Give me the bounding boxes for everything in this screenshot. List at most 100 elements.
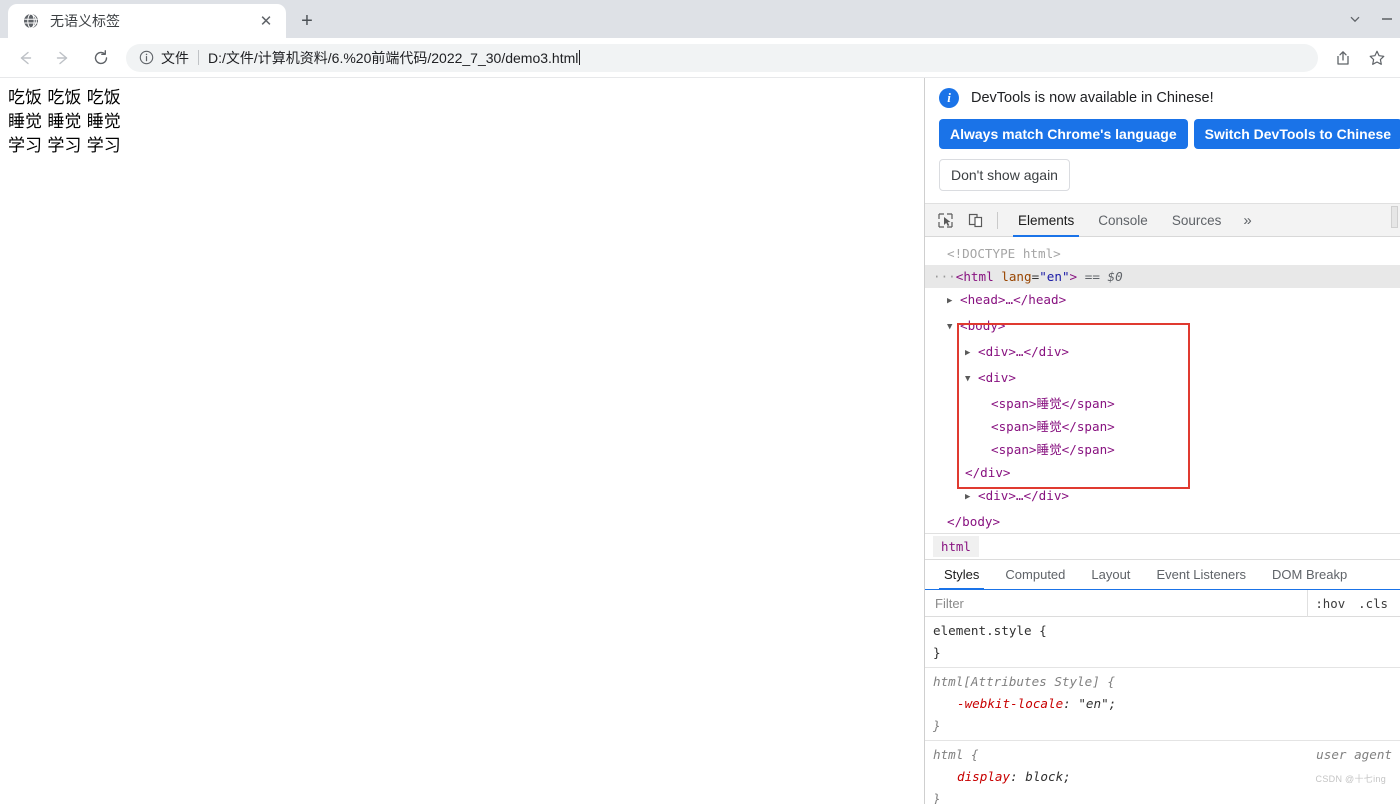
switch-devtools-language-button[interactable]: Switch DevTools to Chinese [1193,119,1400,149]
css-selector: element.style { [933,623,1047,638]
new-tab-button[interactable]: + [292,6,322,36]
info-icon: i [939,88,959,108]
expand-triangle-expanded-icon[interactable]: ▼ [947,316,958,339]
css-rule-element-style[interactable]: element.style { } [925,617,1400,668]
dom-node-body-close[interactable]: </body> [925,510,1400,533]
doctype-text: <!DOCTYPE html> [947,246,1061,261]
content-area: 吃饭 吃饭 吃饭 睡觉 睡觉 睡觉 学习 学习 学习 i DevTools is… [0,78,1400,804]
html-lang-attr-name: lang [1001,269,1032,284]
div-collapsed-text-1: <div>…</div> [978,344,1069,359]
div-collapsed-text-2: <div>…</div> [978,488,1069,503]
expand-triangle-collapsed-icon[interactable]: ▶ [947,290,958,313]
reload-icon[interactable] [86,43,116,73]
expand-triangle-collapsed-icon[interactable]: ▶ [965,342,976,365]
share-icon[interactable] [1329,44,1357,72]
tab-event-listeners[interactable]: Event Listeners [1143,560,1259,589]
text-caret [579,50,581,65]
html-open-tag: <html [955,269,994,284]
div-close-tag: </div> [965,465,1011,480]
language-banner: i DevTools is now available in Chinese! … [925,78,1400,204]
css-rule-close-brace: } [933,718,941,733]
url-text: D:/文件/计算机资料/6.%20前端代码/2022_7_30/demo3.ht… [208,49,579,66]
omnibox-divider [198,50,199,65]
span-node-text-3: <span>睡觉</span> [991,442,1115,457]
back-icon[interactable] [10,43,40,73]
tab-strip: 无语义标签 ✕ + [0,0,1400,38]
dom-tree: <!DOCTYPE html> ···<html lang="en"> == $… [925,237,1400,533]
html-lang-attr-value: "en" [1039,269,1070,284]
tab-styles[interactable]: Styles [931,560,992,589]
tab-computed[interactable]: Computed [992,560,1078,589]
expand-triangle-expanded-icon[interactable]: ▼ [965,368,976,391]
css-property-value: block; [1025,769,1071,784]
banner-button-row: Always match Chrome's language Switch De… [939,119,1400,149]
styles-filter-bar: :hov .cls [925,589,1400,617]
dom-node-html[interactable]: ···<html lang="en"> == $0 [925,265,1400,288]
dont-show-again-button[interactable]: Don't show again [939,159,1070,191]
head-node-text: <head>…</head> [960,292,1067,307]
dom-node-span-2[interactable]: <span>睡觉</span> [925,415,1400,438]
css-property-name: -webkit-locale [957,696,1064,711]
web-page-viewport: 吃饭 吃饭 吃饭 睡觉 睡觉 睡觉 学习 学习 学习 [0,78,924,804]
dom-node-div-collapsed-2[interactable]: ▶ <div>…</div> [925,484,1400,510]
watermark: CSDN @十七ing [1315,774,1386,784]
css-property-name: display [957,769,1011,784]
dom-node-div-collapsed-1[interactable]: ▶ <div>…</div> [925,340,1400,366]
browser-tab[interactable]: 无语义标签 ✕ [8,4,286,38]
info-circle-icon[interactable] [138,50,154,66]
banner-message: DevTools is now available in Chinese! [971,90,1214,106]
expand-triangle-collapsed-icon[interactable]: ▶ [965,486,976,509]
filter-input[interactable] [935,590,1308,616]
tab-console[interactable]: Console [1086,204,1160,237]
dom-node-body-open[interactable]: ▼ <body> [925,314,1400,340]
page-text-line-3: 学习 学习 学习 [8,136,121,156]
css-rule-close-brace: } [933,645,941,660]
always-match-language-button[interactable]: Always match Chrome's language [939,119,1188,149]
tab-elements[interactable]: Elements [1006,204,1086,237]
dom-node-div-open[interactable]: ▼ <div> [925,366,1400,392]
page-text-line-2: 睡觉 睡觉 睡觉 [8,112,121,132]
inspect-cursor-icon[interactable] [931,207,959,233]
breadcrumb-item-html[interactable]: html [933,536,979,557]
star-icon[interactable] [1363,44,1391,72]
toolbar-divider [997,211,998,229]
body-open-tag: <body> [960,318,1006,333]
hov-toggle-button[interactable]: :hov [1307,589,1352,617]
dom-node-span-1[interactable]: <span>睡觉</span> [925,392,1400,415]
dom-node-span-3[interactable]: <span>睡觉</span> [925,438,1400,461]
banner-message-row: i DevTools is now available in Chinese! [939,88,1386,108]
css-selector: html[Attributes Style] { [933,674,1115,689]
chevron-down-icon[interactable] [1336,0,1374,38]
tab-layout[interactable]: Layout [1078,560,1143,589]
tab-dom-breakpoints[interactable]: DOM Breakp [1259,560,1360,589]
html-ellipsis: ··· [933,269,956,284]
device-toolbar-icon[interactable] [961,207,989,233]
forward-icon[interactable] [48,43,78,73]
page-text-line-1: 吃饭 吃饭 吃饭 [8,88,121,108]
dom-node-doctype[interactable]: <!DOCTYPE html> [925,242,1400,265]
address-bar[interactable]: 文件 D:/文件/计算机资料/6.%20前端代码/2022_7_30/demo3… [126,43,1318,72]
window-controls [1374,0,1400,38]
dom-node-head[interactable]: ▶ <head>…</head> [925,288,1400,314]
tab-overflow-button[interactable]: » [1233,204,1261,237]
breadcrumb: html [925,533,1400,559]
css-rule-attributes-style[interactable]: html[Attributes Style] { -webkit-locale:… [925,668,1400,741]
tab-sources[interactable]: Sources [1160,204,1234,237]
css-rule-close-brace: } [933,791,941,804]
tabbar-scrollbar[interactable] [1391,206,1398,228]
html-close-bracket: > [1069,269,1078,284]
tabstrip-right-controls [1336,0,1400,38]
styles-rules-pane: element.style { } html[Attributes Style]… [925,617,1400,804]
body-close-tag: </body> [947,514,1001,529]
span-node-text-2: <span>睡觉</span> [991,419,1115,434]
close-icon[interactable]: ✕ [256,11,276,31]
cls-toggle-button[interactable]: .cls [1352,590,1394,617]
css-declaration[interactable]: -webkit-locale: "en"; [933,693,1400,715]
devtools-tab-bar: Elements Console Sources » [925,204,1400,237]
minimize-button[interactable] [1374,0,1400,38]
url-scheme-label: 文件 [161,49,189,66]
span-node-text-1: <span>睡觉</span> [991,396,1115,411]
selected-node-marker: == $0 [1084,269,1123,284]
css-rule-origin: user agent [1316,747,1392,762]
dom-node-div-close[interactable]: </div> [925,461,1400,484]
